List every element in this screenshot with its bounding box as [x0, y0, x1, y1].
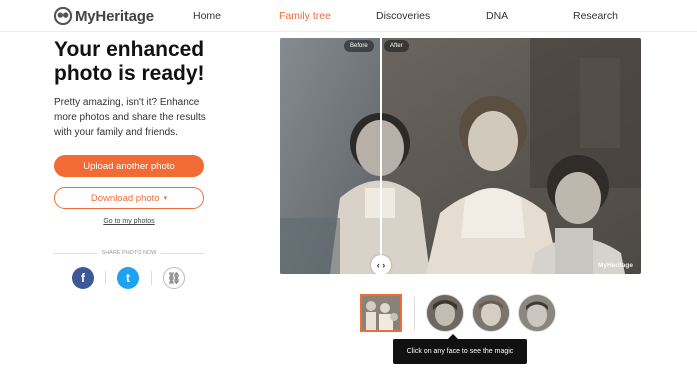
- link-icon: ⛓: [167, 272, 181, 285]
- nav-discoveries[interactable]: Discoveries: [376, 10, 430, 22]
- face-hint-text: Click on any face to see the magic: [406, 348, 514, 355]
- upload-another-photo-button[interactable]: Upload another photo: [54, 155, 204, 177]
- description: Pretty amazing, isn't it? Enhance more p…: [54, 97, 206, 138]
- twitter-icon: t: [126, 271, 130, 285]
- copy-link-button[interactable]: ⛓: [163, 267, 185, 289]
- after-label: After: [384, 40, 409, 52]
- share-divider: [105, 271, 106, 285]
- myheritage-watermark: MyHeritage: [598, 262, 633, 269]
- full-photo-thumbnail[interactable]: [360, 294, 402, 332]
- watermark-text: MyHeritage: [597, 262, 633, 269]
- enhanced-photo: [280, 38, 641, 274]
- brand-name: MyHeritage: [75, 7, 154, 25]
- go-to-my-photos-link[interactable]: Go to my photos: [54, 218, 204, 225]
- page-title: Your enhanced photo is ready!: [54, 38, 224, 86]
- twitter-share-button[interactable]: t: [117, 267, 139, 289]
- drag-handle-icon: ‹ ›: [376, 260, 386, 270]
- face-thumbnail[interactable]: [518, 294, 556, 332]
- share-label-text: SHARE PHOTO NOW: [101, 250, 157, 256]
- before-after-photo-viewer[interactable]: Before After ‹ › MyHeritage: [280, 38, 641, 274]
- share-label: SHARE PHOTO NOW: [54, 250, 204, 256]
- caret-down-icon: ▾: [163, 195, 168, 202]
- download-photo-button[interactable]: Download photo ▾: [54, 187, 204, 209]
- face-hint-tooltip: Click on any face to see the magic: [393, 334, 527, 364]
- nav-research[interactable]: Research: [573, 10, 618, 22]
- myheritage-logo-icon: [54, 7, 72, 25]
- nav-dna[interactable]: DNA: [486, 10, 508, 22]
- nav-home[interactable]: Home: [193, 10, 221, 22]
- facebook-icon: f: [81, 271, 85, 285]
- full-photo-thumbnail-image: [362, 296, 400, 330]
- upload-button-label: Upload another photo: [83, 160, 175, 172]
- face-thumbnail[interactable]: [426, 294, 464, 332]
- download-button-label: Download photo: [90, 192, 160, 204]
- share-divider: [151, 271, 152, 285]
- face-image: [519, 295, 555, 331]
- face-image: [473, 295, 509, 331]
- myheritage-logo[interactable]: MyHeritage: [54, 7, 154, 25]
- page-title-line-1: Your enhanced: [54, 38, 205, 61]
- facebook-share-button[interactable]: f: [72, 267, 94, 289]
- result-panel: Your enhanced photo is ready! Pretty ama…: [54, 38, 224, 140]
- page-title-line-2: photo is ready!: [54, 62, 205, 85]
- before-label: Before: [344, 40, 374, 52]
- comparison-divider[interactable]: [380, 38, 382, 274]
- comparison-slider-handle[interactable]: ‹ ›: [371, 255, 391, 274]
- nav-family-tree[interactable]: Family tree: [279, 10, 331, 22]
- face-thumbnail[interactable]: [472, 294, 510, 332]
- thumbnail-divider: [414, 297, 415, 331]
- face-image: [427, 295, 463, 331]
- top-navigation-bar: MyHeritage Home Family tree Discoveries …: [0, 0, 697, 32]
